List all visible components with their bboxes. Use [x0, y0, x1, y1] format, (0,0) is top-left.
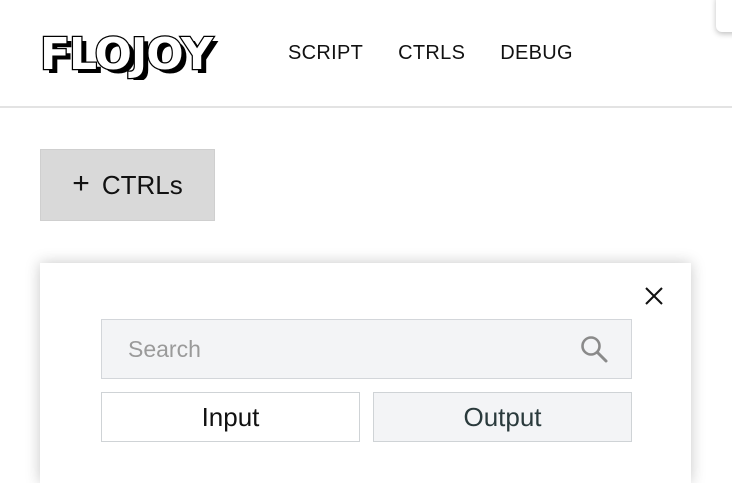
logo-text: FLOJOY [40, 29, 214, 80]
tab-input-label: Input [201, 401, 260, 432]
search-input[interactable] [102, 320, 562, 378]
nav-item-ctrls[interactable]: CTRLS [398, 42, 465, 65]
corner-popover [716, 0, 732, 32]
tab-output-label: Output [463, 401, 542, 432]
top-header: FLOJOY FLOJOY SCRIPT CTRLS DEBUG [0, 0, 732, 108]
tab-input[interactable]: Input [101, 392, 360, 442]
add-ctrls-button[interactable]: + CTRLs [40, 149, 215, 221]
search-icon[interactable] [579, 334, 609, 364]
add-ctrls-label: CTRLs [101, 169, 183, 200]
search-box [101, 319, 632, 379]
add-ctrls-modal: Input Output [40, 263, 691, 483]
plus-icon: + [72, 166, 90, 200]
flojoy-logo[interactable]: FLOJOY FLOJOY [40, 28, 254, 80]
tab-output[interactable]: Output [373, 392, 632, 442]
main-nav: SCRIPT CTRLS DEBUG [288, 42, 573, 65]
nav-item-debug[interactable]: DEBUG [500, 42, 573, 65]
close-icon[interactable] [643, 285, 665, 307]
nav-item-script[interactable]: SCRIPT [288, 42, 363, 65]
